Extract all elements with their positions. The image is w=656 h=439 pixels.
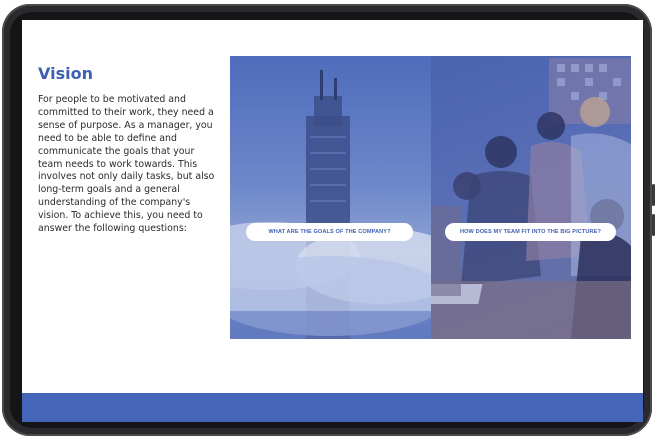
team-image-panel[interactable]: HOW DOES MY TEAM FIT INTO THE BIG PICTUR… <box>431 56 631 339</box>
footer-bar <box>22 393 643 422</box>
tablet-side-button <box>652 214 655 236</box>
slide-title: Vision <box>38 64 93 83</box>
slide-screen: Vision For people to be motivated and co… <box>22 20 643 422</box>
slide-body-text: For people to be motivated and committed… <box>38 94 215 235</box>
tablet-side-button <box>652 184 655 206</box>
question-pill-team[interactable]: HOW DOES MY TEAM FIT INTO THE BIG PICTUR… <box>445 223 616 241</box>
team-meeting-image <box>431 58 631 339</box>
goals-image-panel[interactable]: WHAT ARE THE GOALS OF THE COMPANY? <box>230 56 431 339</box>
skyscraper-clouds-image <box>230 70 431 339</box>
question-pill-goals[interactable]: WHAT ARE THE GOALS OF THE COMPANY? <box>246 223 413 241</box>
